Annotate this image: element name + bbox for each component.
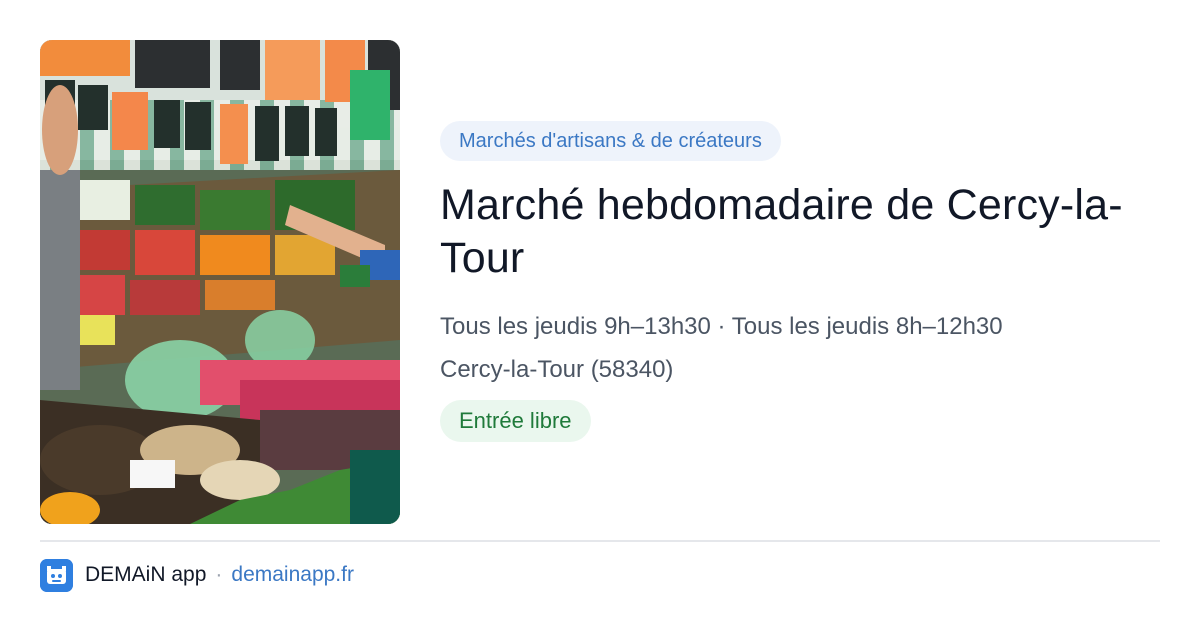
domain-link[interactable]: demainapp.fr [231,563,354,587]
demain-app-icon [40,558,73,592]
app-name: DEMAiN app [85,563,207,586]
market-photo-illustration [40,40,400,524]
market-photo [40,40,400,524]
event-title[interactable]: Marché hebdomadaire de Cercy-la-Tour [440,179,1160,285]
category-badge[interactable]: Marchés d'artisans & de créateurs [440,121,781,161]
footer-divider [40,540,1160,542]
event-schedule: Tous les jeudis 9h–13h30 · Tous les jeud… [440,313,1003,340]
event-location: Cercy-la-Tour (58340) [440,356,674,383]
footer-separator: · [215,563,223,586]
card-content: Marchés d'artisans & de créateurs Marché… [440,121,1160,442]
entry-badge: Entrée libre [440,400,591,442]
link-preview-card[interactable]: Marchés d'artisans & de créateurs Marché… [0,0,1200,630]
app-icon-graphic [40,558,73,592]
footer: DEMAiN app · demainapp.fr [40,558,354,592]
